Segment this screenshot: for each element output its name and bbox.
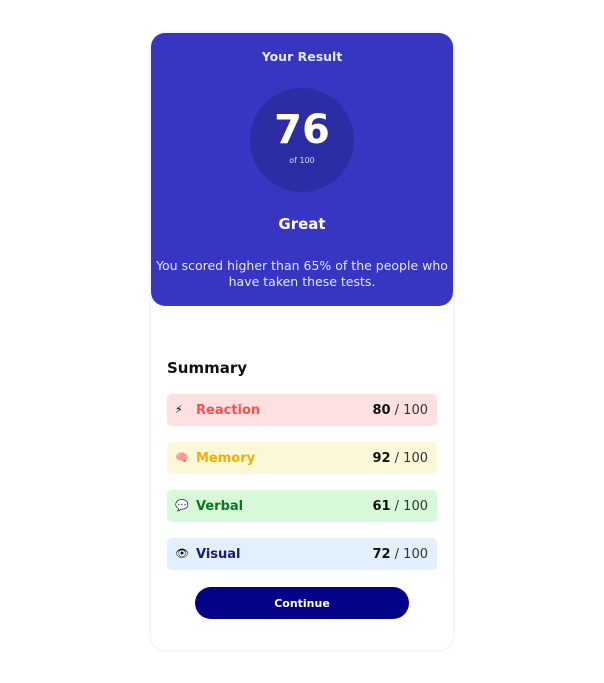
- lightning-bolt-icon: ⚡: [175, 403, 183, 416]
- summary-item-label: Reaction: [196, 402, 261, 418]
- summary-item-score: 72 / 100: [372, 546, 428, 562]
- score-circle: 76 of 100: [250, 88, 354, 192]
- results-card: Your Result 76 of 100 Great You scored h…: [151, 33, 453, 650]
- summary-item-label: Visual: [196, 546, 241, 562]
- brain-icon: 🧠: [175, 451, 189, 464]
- summary-item-score: 61 / 100: [372, 498, 428, 514]
- summary-item-score: 80 / 100: [372, 402, 428, 418]
- summary-item-reaction: ⚡ Reaction 80 / 100: [167, 394, 437, 426]
- summary-item-visual: 👁 Visual 72 / 100: [167, 538, 437, 570]
- summary-item-score: 92 / 100: [372, 450, 428, 466]
- continue-button[interactable]: Continue: [195, 587, 409, 619]
- summary-title: Summary: [167, 359, 248, 377]
- result-description: You scored higher than 65% of the people…: [156, 258, 448, 289]
- score-max-label: of 100: [289, 156, 315, 165]
- summary-item-memory: 🧠 Memory 92 / 100: [167, 442, 437, 474]
- summary-item-label: Verbal: [196, 498, 244, 514]
- score-value: 76: [274, 107, 330, 153]
- summary-item-label: Memory: [196, 450, 256, 466]
- eye-icon: 👁: [175, 547, 189, 560]
- result-panel: Your Result 76 of 100 Great You scored h…: [151, 33, 453, 306]
- rating-label: Great: [278, 215, 326, 233]
- summary-item-verbal: 💬 Verbal 61 / 100: [167, 490, 437, 522]
- result-title: Your Result: [261, 49, 343, 64]
- speech-bubble-icon: 💬: [175, 499, 189, 512]
